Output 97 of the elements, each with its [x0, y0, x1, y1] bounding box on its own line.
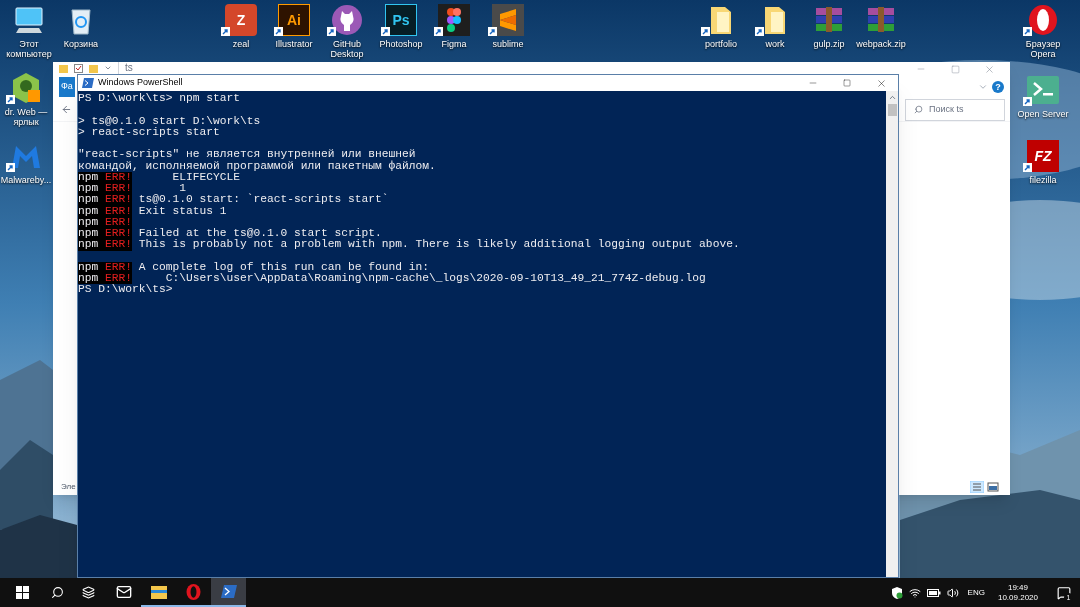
search-icon — [50, 586, 64, 599]
desktop-icon-label[interactable]: Корзина — [63, 39, 99, 49]
npm-prefix: npm — [78, 183, 99, 195]
desktop-icon-label[interactable]: Photoshop — [379, 39, 423, 49]
console-line: A complete log of this run can be found in: — [137, 261, 430, 273]
console-line: "react-scripts" не является внутренней или внешней — [78, 149, 416, 161]
desktop-icon-label[interactable]: webpack.zip — [856, 39, 906, 49]
npm-prefix: npm — [78, 216, 99, 228]
close-icon — [983, 63, 995, 75]
windows-logo-icon — [15, 586, 29, 599]
console-line: > ts@0.1.0 start D:\work\ts — [78, 115, 262, 127]
error-tag: ERR! — [105, 261, 133, 273]
error-tag: ERR! — [105, 239, 133, 251]
desktop-icon-label[interactable]: sublime — [492, 39, 524, 49]
powershell-icon — [82, 78, 94, 88]
logo-tile: FZ — [1027, 140, 1059, 172]
search-field[interactable]: Поиск ts — [905, 98, 1005, 121]
ribbon-tab[interactable]: Фа — [59, 77, 75, 97]
language-indicator[interactable]: ENG — [964, 586, 988, 599]
desktop-icon-label[interactable]: Open Server — [1017, 109, 1069, 119]
desktop-icon-label[interactable]: Браузер Opera — [1014, 39, 1072, 59]
npm-prefix: npm — [78, 228, 99, 240]
logo-tile: Z — [225, 4, 257, 36]
shapes-logo-icon — [438, 4, 470, 36]
npm-prefix: npm — [78, 261, 99, 273]
close-icon — [875, 77, 887, 89]
desktop-icon-label[interactable]: work — [765, 39, 785, 49]
console-line: This is probably not a problem with npm. There is likely additional logging output above. — [137, 239, 740, 251]
desktop-icon-label[interactable]: GitHub Desktop — [318, 39, 376, 59]
console-line: командой, исполняемой программой или пакетным файлом. — [78, 160, 437, 172]
console-line: > react-scripts start — [78, 126, 221, 138]
npm-prefix: npm — [78, 239, 99, 251]
powershell-icon — [220, 585, 237, 598]
desktop-icon-label[interactable]: portfolio — [705, 39, 737, 49]
desktop-icon-label[interactable]: Illustrator — [275, 39, 313, 49]
error-tag: ERR! — [105, 171, 133, 183]
ring-logo-icon — [1027, 4, 1059, 36]
prompt-icon — [1027, 74, 1059, 106]
maximize-icon — [950, 64, 960, 74]
time-text: 19:49 — [1007, 582, 1028, 593]
thumbnails-view-icon[interactable] — [986, 481, 1000, 493]
scroll-up-icon[interactable] — [887, 93, 897, 102]
dropdown-icon[interactable] — [104, 64, 112, 72]
error-tag: ERR! — [105, 205, 133, 217]
window-title: Windows PowerShell — [98, 76, 183, 90]
computer-icon — [13, 4, 45, 36]
properties-icon[interactable] — [74, 63, 83, 73]
console-line: Exit status 1 — [137, 205, 227, 217]
error-tag: ERR! — [105, 228, 133, 240]
console-line: PS D:\work\ts> npm start — [78, 93, 242, 105]
bug-logo-icon — [10, 72, 42, 104]
scrollbar-thumb[interactable] — [887, 104, 897, 116]
task-view-icon — [81, 586, 95, 599]
wifi-icon[interactable] — [908, 586, 921, 599]
console-line: Failed at the ts@0.1.0 start script. — [137, 228, 382, 240]
search-icon — [914, 105, 923, 114]
maximize-icon — [843, 79, 851, 87]
console-line: 1 — [178, 183, 187, 194]
npm-prefix: npm — [78, 205, 99, 217]
error-tag: ERR! — [105, 273, 133, 285]
npm-prefix: npm — [78, 273, 99, 285]
desktop-icon-label[interactable]: Figma — [441, 39, 467, 49]
volume-icon[interactable] — [946, 586, 959, 599]
status-text: Эле — [61, 481, 76, 493]
logo-tile: Ai — [278, 4, 310, 36]
desktop-icon-label[interactable]: Malwareby... — [0, 175, 52, 185]
details-view-icon[interactable] — [970, 481, 984, 493]
desktop-icon-label[interactable]: dr. Web — ярлык — [0, 107, 52, 127]
console-line: C:\Users\user\AppData\Roaming\npm-cache\_logs\2020-09-10T13_49_21_774Z-debug.log — [165, 273, 706, 284]
back-arrow-icon[interactable] — [61, 104, 72, 115]
error-tag: ERR! — [105, 183, 133, 195]
battery-icon[interactable] — [926, 587, 941, 598]
shield-icon[interactable] — [890, 586, 903, 599]
search-input[interactable]: Поиск ts — [929, 102, 999, 117]
error-tag: ERR! — [105, 194, 133, 206]
desktop-icon-label[interactable]: gulp.zip — [813, 39, 845, 49]
folder-icon — [59, 63, 68, 73]
stripes-logo-icon — [492, 4, 524, 36]
logo-tile: Ps — [385, 4, 417, 36]
ring-logo-icon — [186, 583, 201, 600]
date-text: 10.09.2020 — [997, 592, 1038, 603]
desktop-icon-label[interactable]: Этот компьютер — [0, 39, 58, 59]
error-tag: ERR! — [105, 216, 133, 228]
cat-logo-icon — [331, 4, 363, 36]
notifications-icon — [1057, 585, 1071, 600]
console-line: ELIFECYCLE — [171, 171, 241, 183]
npm-prefix: npm — [78, 194, 99, 206]
desktop-icon-label[interactable]: zeal — [232, 39, 250, 49]
console-line: PS D:\work\ts> — [78, 284, 174, 296]
npm-prefix: npm — [78, 171, 99, 183]
help-button[interactable]: ? — [992, 81, 1004, 93]
mail-icon — [115, 583, 132, 600]
scrollbar[interactable] — [886, 91, 898, 577]
desktop-icon-label[interactable]: filezilla — [1029, 175, 1057, 185]
folder-icon — [150, 584, 167, 599]
clock[interactable]: 19:49 10.09.2020 — [993, 582, 1042, 603]
console-line: ts@0.1.0 start: `react-scripts start` — [137, 194, 389, 206]
